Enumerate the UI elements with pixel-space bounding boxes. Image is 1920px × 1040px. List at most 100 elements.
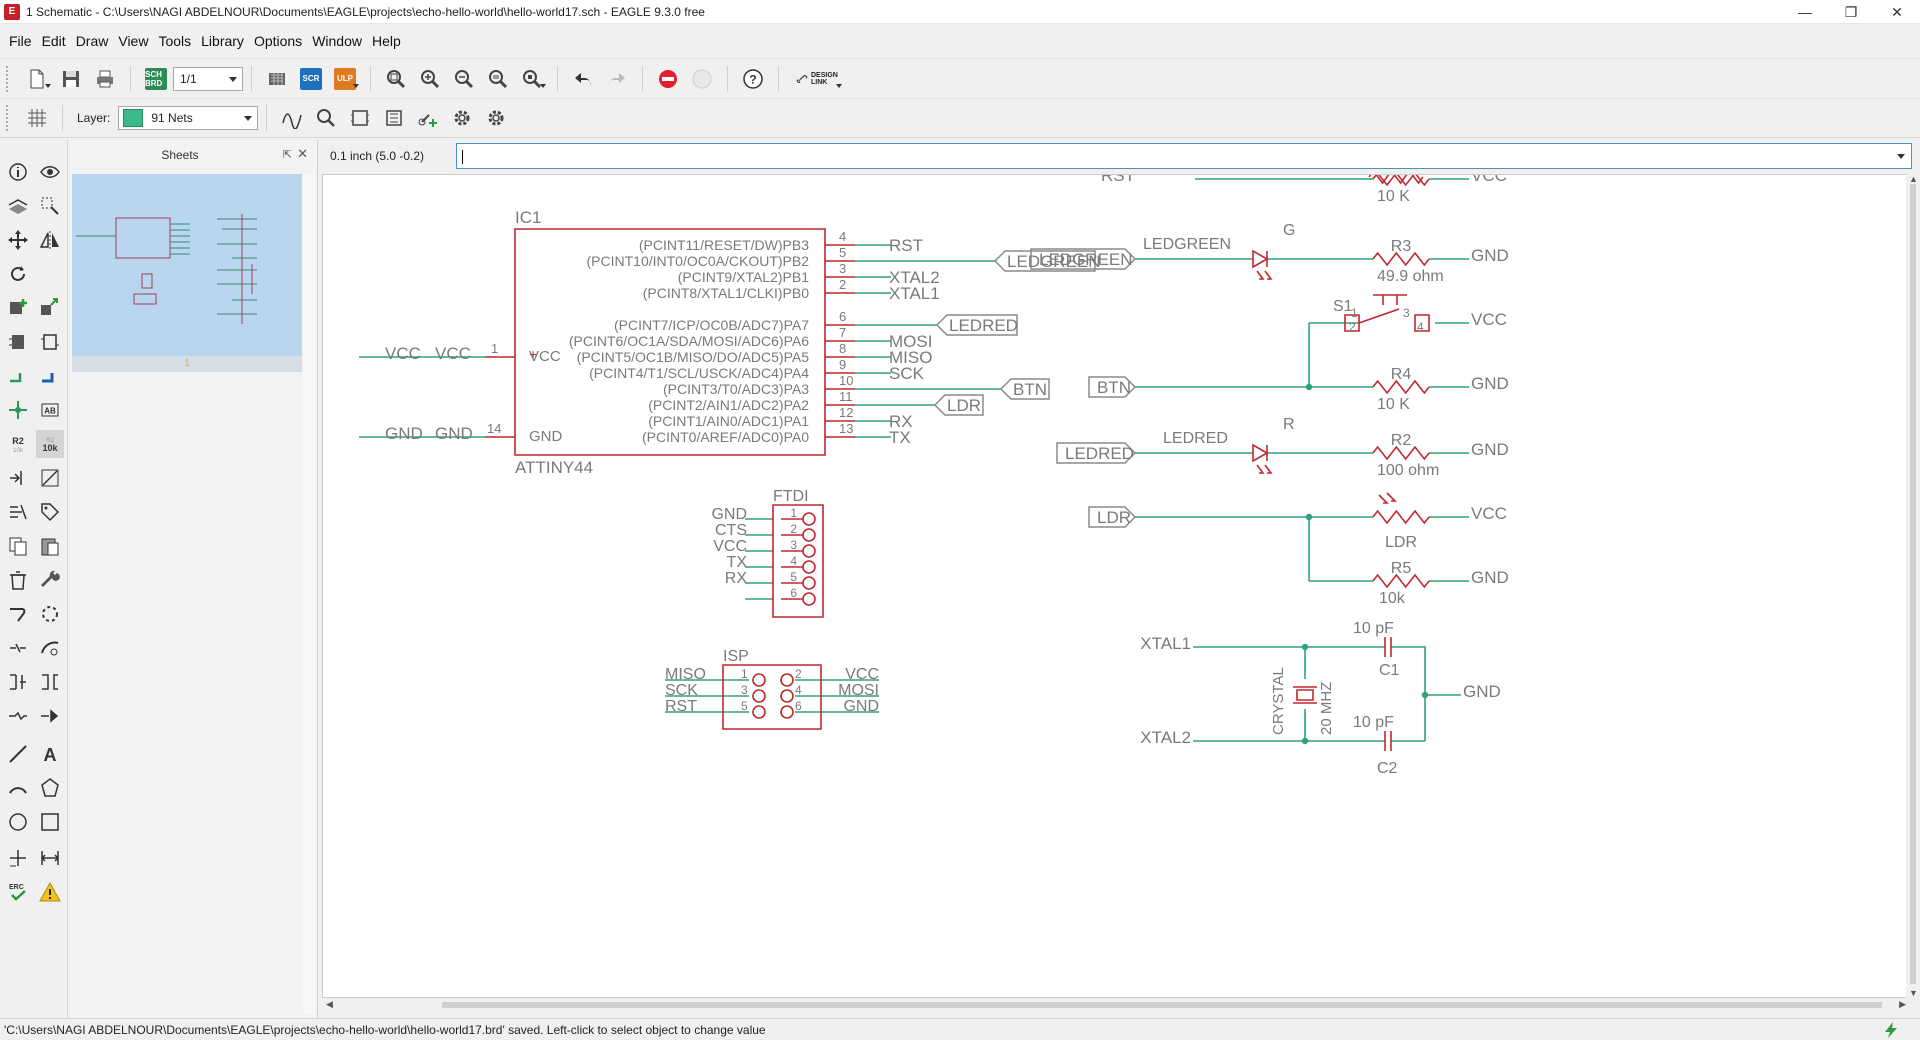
circle-tool[interactable] [4, 808, 32, 836]
grid-button[interactable] [23, 104, 51, 132]
design-link-button[interactable]: DESIGN LINK [790, 65, 842, 93]
split-tool[interactable] [36, 464, 64, 492]
sheets-panel-scrollbar[interactable] [303, 174, 315, 1014]
mark-origin-tool[interactable] [4, 844, 32, 872]
info-tool[interactable] [4, 158, 32, 186]
delete-tool[interactable] [4, 566, 32, 594]
zoom-select-button[interactable] [518, 65, 546, 93]
show-net-button[interactable] [380, 104, 408, 132]
add-part-tool[interactable] [4, 294, 32, 322]
cam-processor-button[interactable] [263, 65, 291, 93]
menu-draw[interactable]: Draw [71, 28, 114, 54]
bus-tool[interactable] [36, 362, 64, 390]
show-part-button[interactable] [346, 104, 374, 132]
net-tool[interactable] [4, 362, 32, 390]
redo-button[interactable] [603, 65, 631, 93]
replace-tool[interactable] [36, 294, 64, 322]
horizontal-scrollbar[interactable]: ◀ ▶ [322, 998, 1910, 1012]
optimize-tool[interactable] [4, 634, 32, 662]
lightning-status-icon[interactable] [1882, 1021, 1900, 1039]
run-ulp-button[interactable]: ULP [331, 65, 359, 93]
rectangle-tool[interactable] [36, 808, 64, 836]
close-window-button[interactable]: ✕ [1874, 0, 1920, 24]
menu-file[interactable]: File [4, 28, 37, 54]
gateswap-tool[interactable] [36, 328, 64, 356]
menu-view[interactable]: View [113, 28, 153, 54]
close-panel-button[interactable]: ✕ [297, 146, 308, 162]
undock-icon[interactable]: ⇱ [283, 148, 292, 161]
add-link-button[interactable] [414, 104, 442, 132]
junction-tool[interactable] [4, 396, 32, 424]
mirror-tool[interactable] [36, 226, 64, 254]
horizontal-scroll-thumb[interactable] [442, 1002, 1882, 1008]
save-button[interactable] [57, 65, 85, 93]
invoke-tool[interactable] [4, 328, 32, 356]
zoom-out-button[interactable] [450, 65, 478, 93]
minimize-button[interactable]: — [1782, 0, 1828, 24]
sch-brd-switch-button[interactable]: SCH BRD [142, 65, 170, 93]
new-file-button[interactable] [23, 65, 51, 93]
polygon-tool[interactable] [36, 774, 64, 802]
wire-bend-button[interactable] [278, 104, 306, 132]
zoom-redraw-button[interactable] [484, 65, 512, 93]
slice-tool[interactable] [36, 702, 64, 730]
scroll-left-icon[interactable]: ◀ [326, 999, 333, 1010]
stop-button[interactable] [654, 65, 682, 93]
menu-help[interactable]: Help [367, 28, 406, 54]
change-tool[interactable] [36, 566, 64, 594]
zoom-in-button[interactable] [416, 65, 444, 93]
print-button[interactable] [91, 65, 119, 93]
ripup-tool[interactable] [4, 600, 32, 628]
run-script-button[interactable]: SCR [297, 65, 325, 93]
errors-tool[interactable] [36, 878, 64, 906]
zoom-to-fit-button[interactable] [382, 65, 410, 93]
undo-button[interactable] [569, 65, 597, 93]
schematic-canvas[interactable]: IC1 ATTINY44 + VCC GND (PCINT11/RESET/DW)PB3 4… [322, 174, 1910, 998]
sheet-select[interactable]: 1/1 [173, 66, 243, 91]
miter-tool[interactable] [4, 668, 32, 696]
scroll-up-icon[interactable]: ▲ [1909, 174, 1918, 184]
command-line-input[interactable] [456, 143, 1912, 169]
bend-tool[interactable] [4, 702, 32, 730]
display-layers-tool[interactable] [4, 192, 32, 220]
scroll-right-icon[interactable]: ▶ [1899, 999, 1906, 1010]
schematic-drawing[interactable]: IC1ATTINY44+VCCGND(PCINT11/RESET/DW)PB34… [323, 175, 1910, 998]
name-tool[interactable]: R2 10k [4, 430, 32, 458]
settings-alt-button[interactable] [482, 104, 510, 132]
help-button[interactable]: ? [739, 65, 767, 93]
go-button[interactable] [688, 65, 716, 93]
maximize-button[interactable]: ❐ [1828, 0, 1874, 24]
text-tool[interactable]: A [36, 740, 64, 768]
group-tool[interactable] [36, 600, 64, 628]
vertical-scroll-thumb[interactable] [1910, 184, 1916, 984]
move-tool[interactable] [4, 226, 32, 254]
line-tool[interactable] [4, 740, 32, 768]
scroll-down-icon[interactable]: ▼ [1909, 988, 1918, 998]
sheet-thumbnail[interactable] [72, 174, 302, 356]
split-wire-tool[interactable] [36, 668, 64, 696]
settings-button[interactable] [448, 104, 476, 132]
pinswap-tool[interactable] [4, 464, 32, 492]
mark-tool[interactable] [36, 192, 64, 220]
chevron-down-icon[interactable] [1897, 154, 1905, 163]
menu-edit[interactable]: Edit [37, 28, 71, 54]
attribute-tool[interactable] [36, 498, 64, 526]
copy-tool[interactable] [4, 532, 32, 560]
label-tool[interactable]: AB [36, 396, 64, 424]
menu-window[interactable]: Window [307, 28, 367, 54]
vertical-scrollbar[interactable]: ▲ ▼ [1906, 174, 1920, 998]
dimension-tool[interactable] [36, 844, 64, 872]
menu-library[interactable]: Library [196, 28, 249, 54]
value-tool[interactable]: R2 10k [36, 430, 64, 458]
menu-tools[interactable]: Tools [153, 28, 196, 54]
rotate-tool[interactable] [4, 260, 32, 288]
paste-tool[interactable] [36, 532, 64, 560]
route-tool[interactable] [36, 634, 64, 662]
smash-tool[interactable] [4, 498, 32, 526]
menu-options[interactable]: Options [249, 28, 307, 54]
show-tool[interactable] [36, 158, 64, 186]
layer-select[interactable]: 91 Nets [118, 106, 259, 130]
show-object-button[interactable] [312, 104, 340, 132]
arc-tool[interactable] [4, 774, 32, 802]
erc-tool[interactable]: ERC [4, 878, 32, 906]
